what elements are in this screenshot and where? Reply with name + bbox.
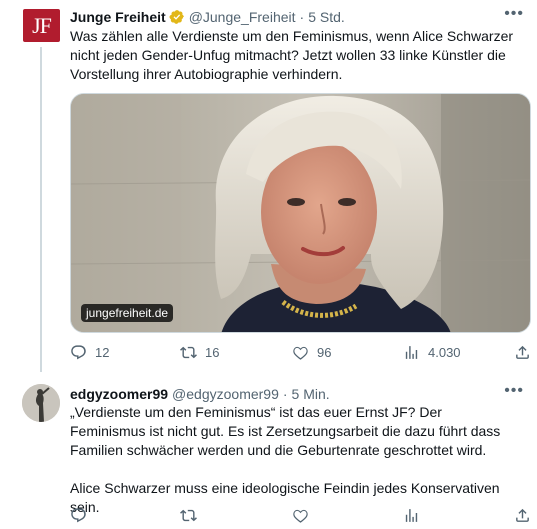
more-icon[interactable]: ••• (504, 382, 524, 400)
tweet-actions (70, 507, 531, 527)
views-icon (405, 509, 418, 522)
share-button[interactable] (514, 507, 531, 524)
like-count: 96 (317, 345, 332, 360)
timestamp[interactable]: 5 Min. (292, 386, 330, 402)
avatar-edgyzoomer99[interactable] (22, 384, 60, 422)
reply-icon (71, 345, 86, 360)
reply-count: 12 (95, 345, 110, 360)
avatar-logo-text: JF (32, 12, 52, 38)
repost-icon (180, 509, 197, 522)
verified-badge-icon[interactable] (169, 9, 185, 25)
tweet-text: Was zählen alle Verdienste um den Femini… (70, 27, 520, 84)
share-icon (516, 345, 529, 359)
repost-button[interactable] (180, 507, 197, 524)
tweet-header: edgyzoomer99 @edgyzoomer99 · 5 Min. (70, 385, 330, 403)
reply-button[interactable] (70, 507, 87, 524)
thread-connector-line (40, 47, 42, 372)
tweet-junge-freiheit[interactable]: JF Junge Freiheit @Junge_Freiheit · 5 St… (0, 0, 537, 372)
share-button[interactable] (514, 344, 531, 361)
repost-button[interactable]: 16 (180, 344, 219, 361)
more-icon[interactable]: ••• (504, 5, 524, 23)
views-button[interactable] (403, 507, 420, 524)
user-handle[interactable]: @Junge_Freiheit (189, 9, 296, 25)
tweet-paragraph: „Verdienste um den Feminismus“ ist das e… (70, 404, 501, 458)
timestamp[interactable]: 5 Std. (308, 9, 345, 25)
repost-icon (180, 346, 197, 359)
reply-icon (71, 508, 86, 523)
like-button[interactable]: 96 (292, 344, 331, 361)
avatar-junge-freiheit[interactable]: JF (23, 9, 60, 42)
portrait-photo (71, 94, 530, 332)
views-count: 4.030 (428, 345, 461, 360)
tweet-paragraph: Was zählen alle Verdienste um den Femini… (70, 28, 514, 82)
like-button[interactable] (292, 507, 309, 524)
user-handle[interactable]: @edgyzoomer99 (172, 386, 279, 402)
views-icon (405, 346, 418, 359)
share-icon (516, 508, 529, 522)
tweet-actions: 12 16 96 4.030 (70, 344, 531, 364)
like-icon (293, 346, 308, 360)
tweet-edgyzoomer99[interactable]: edgyzoomer99 @edgyzoomer99 · 5 Min. ••• … (0, 372, 537, 529)
display-name[interactable]: Junge Freiheit (70, 9, 166, 25)
views-button[interactable]: 4.030 (403, 344, 461, 361)
statue-avatar-image (22, 384, 60, 422)
tweet-image[interactable]: jungefreiheit.de (70, 93, 531, 333)
separator-dot: · (282, 386, 288, 402)
display-name[interactable]: edgyzoomer99 (70, 386, 168, 402)
image-source-label[interactable]: jungefreiheit.de (81, 304, 174, 322)
reply-button[interactable]: 12 (70, 344, 109, 361)
separator-dot: · (299, 9, 305, 25)
repost-count: 16 (205, 345, 220, 360)
like-icon (293, 509, 308, 523)
tweet-text: „Verdienste um den Feminismus“ ist das e… (70, 403, 520, 517)
tweet-header: Junge Freiheit @Junge_Freiheit · 5 Std. (70, 8, 345, 26)
